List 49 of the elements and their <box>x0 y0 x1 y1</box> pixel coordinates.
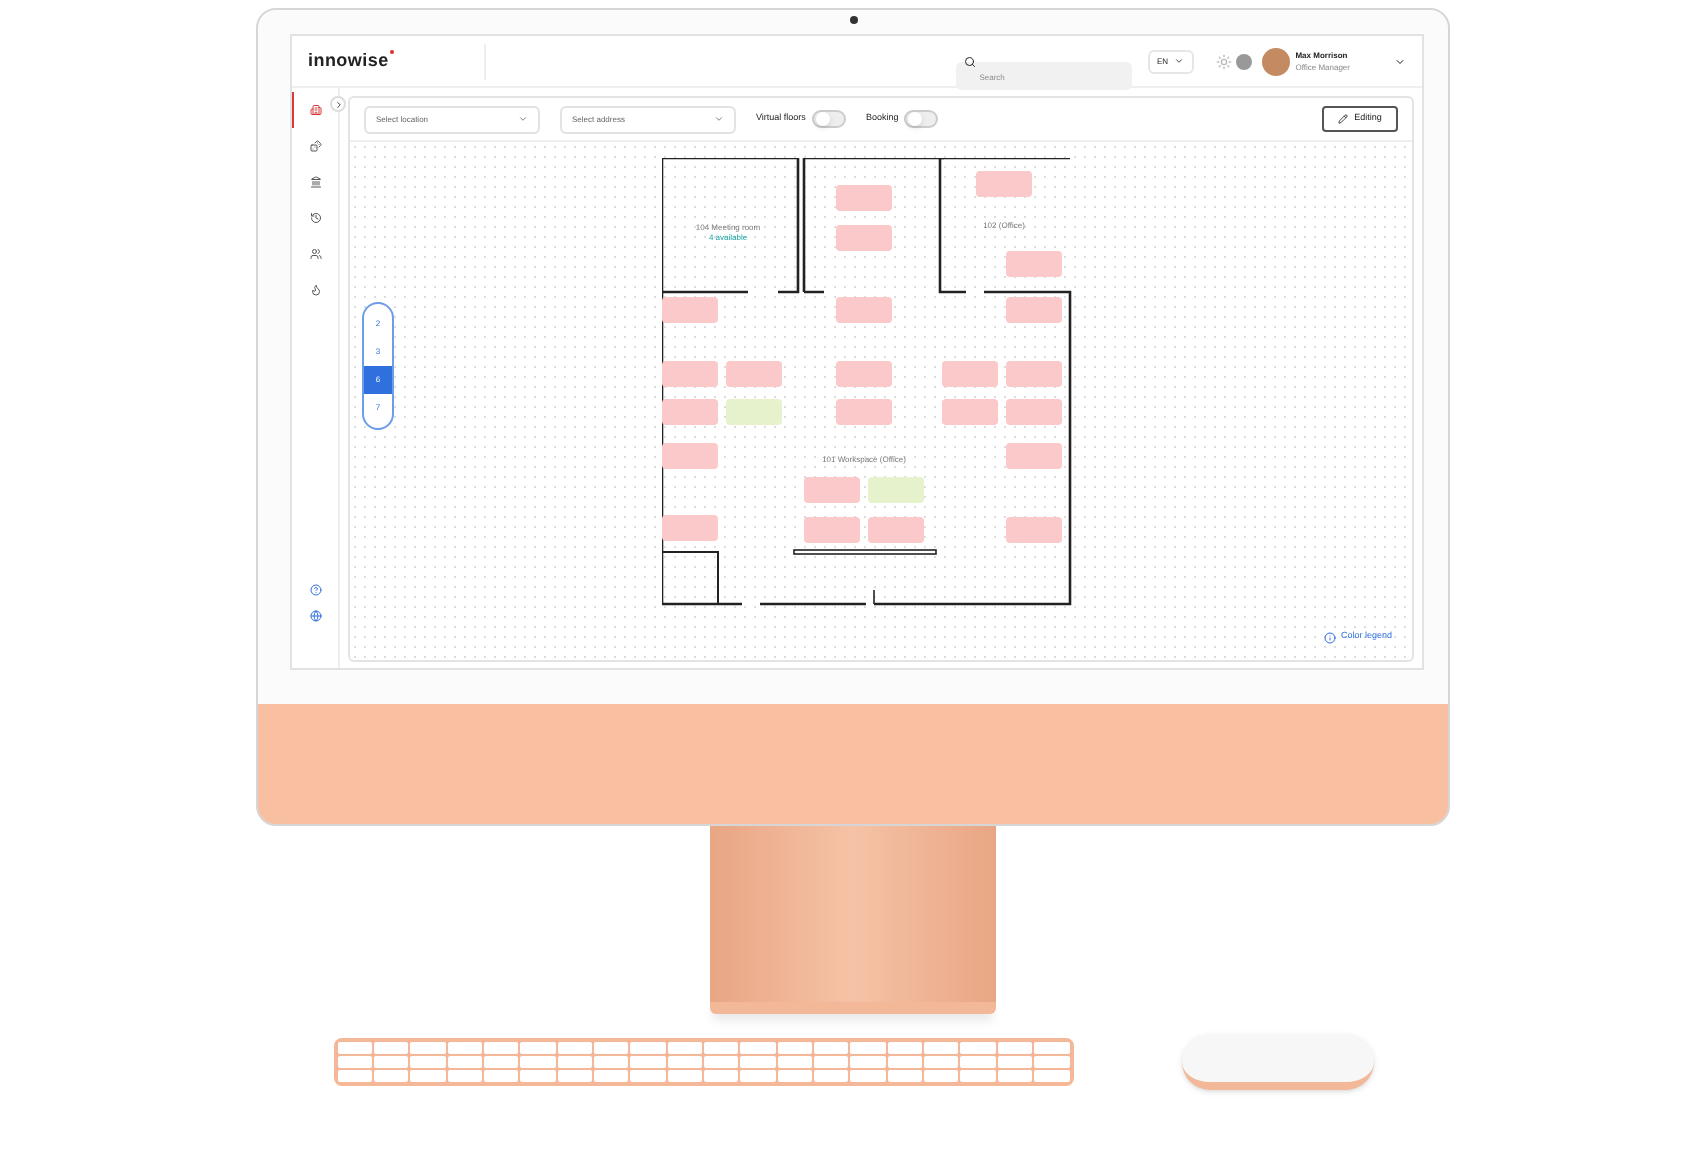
dice-icon <box>310 140 322 152</box>
desk-card[interactable] <box>662 399 718 425</box>
desk-card[interactable] <box>868 477 924 503</box>
desk-card[interactable] <box>942 399 998 425</box>
desk-card[interactable] <box>662 361 718 387</box>
flame-icon <box>310 284 322 296</box>
toggle-switch[interactable] <box>811 110 846 128</box>
desk-card[interactable] <box>836 361 892 387</box>
desk-card[interactable] <box>804 477 860 503</box>
desk-card[interactable] <box>836 225 892 251</box>
chevron-down-icon <box>518 114 528 124</box>
info-icon <box>1324 631 1337 644</box>
pencil-icon <box>1338 114 1349 124</box>
desk-card[interactable] <box>1006 517 1062 543</box>
desk-card[interactable] <box>1006 251 1062 277</box>
desk-card[interactable] <box>1006 443 1062 469</box>
chevron-down-icon <box>1174 56 1184 66</box>
desk-card[interactable] <box>836 185 892 211</box>
desk-card[interactable] <box>1006 399 1062 425</box>
desk-card[interactable] <box>662 443 718 469</box>
desk-card[interactable] <box>662 515 718 541</box>
chevron-down-icon <box>714 114 724 124</box>
desk-card[interactable] <box>836 399 892 425</box>
bank-icon <box>310 176 322 188</box>
desk-card[interactable] <box>662 297 718 323</box>
avatar <box>1261 47 1290 75</box>
users-icon <box>310 248 322 260</box>
chevron-right-icon <box>333 99 343 109</box>
toggle-switch[interactable] <box>904 110 939 128</box>
desk-card[interactable] <box>942 361 998 387</box>
desk-card[interactable] <box>726 399 782 425</box>
theme-knob-icon[interactable] <box>1235 53 1252 69</box>
desk-card[interactable] <box>1006 361 1062 387</box>
desk-card[interactable] <box>1006 297 1062 323</box>
help-icon[interactable] <box>305 580 325 600</box>
globe-icon[interactable] <box>305 606 325 626</box>
chevron-down-icon[interactable] <box>1394 55 1406 67</box>
desk-card[interactable] <box>804 517 860 543</box>
desk-card[interactable] <box>836 297 892 323</box>
desk-card[interactable] <box>976 171 1032 197</box>
expand-button[interactable] <box>330 96 346 112</box>
desk-card[interactable] <box>726 361 782 387</box>
history-icon <box>310 212 322 224</box>
camera-icon <box>850 16 858 24</box>
search-icon <box>963 55 976 67</box>
logo: innowise <box>308 47 389 74</box>
sun-icon[interactable] <box>1215 53 1232 69</box>
building-icon <box>310 104 322 116</box>
desk-card[interactable] <box>868 517 924 543</box>
